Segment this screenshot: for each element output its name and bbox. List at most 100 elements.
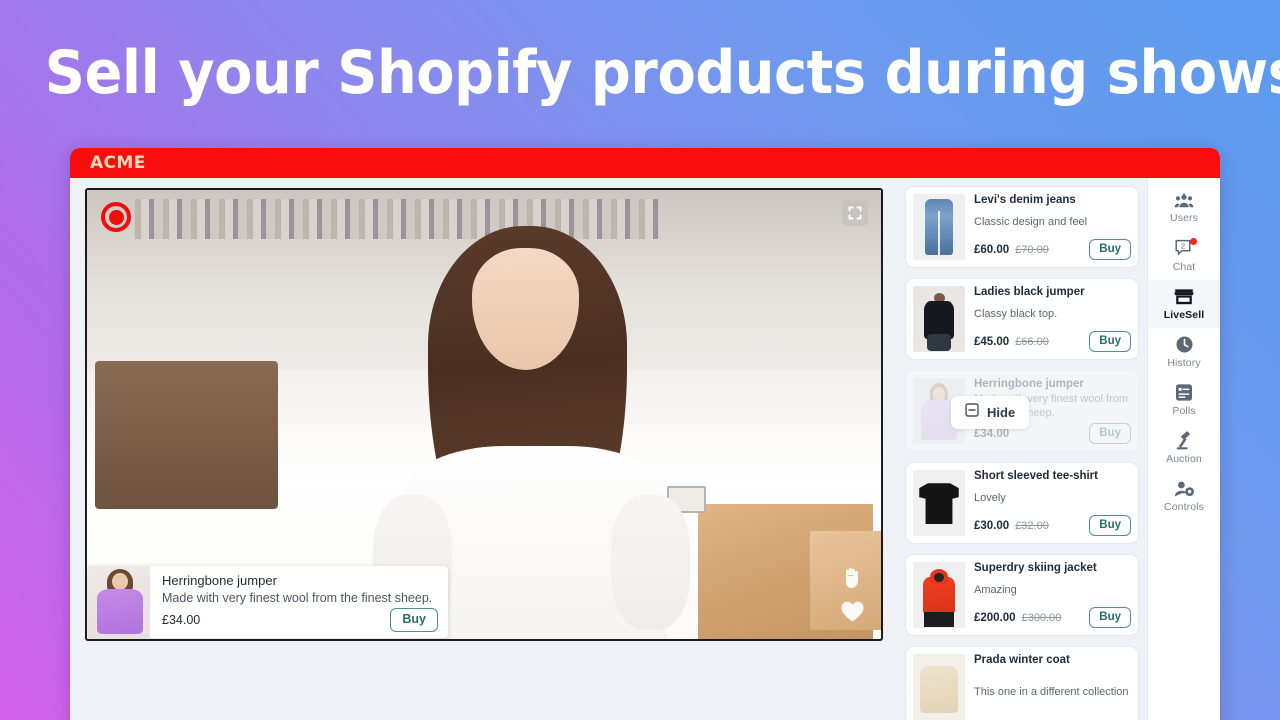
sidebar-item-controls[interactable]: Controls <box>1148 472 1220 520</box>
overlay-product-title: Herringbone jumper <box>162 573 277 588</box>
product-card[interactable]: Ladies black jumper Classy black top. £4… <box>905 278 1139 360</box>
promo-screenshot: Sell your Shopify products during shows … <box>0 0 1280 720</box>
product-art-tee <box>919 483 959 525</box>
product-art-pants <box>924 612 954 627</box>
product-title: Superdry skiing jacket <box>974 562 1097 574</box>
overlay-product-description: Made with very finest wool from the fine… <box>162 591 433 606</box>
hide-button[interactable]: Hide <box>951 396 1030 429</box>
product-description: Lovely <box>974 491 1006 504</box>
fullscreen-icon[interactable] <box>842 200 868 226</box>
product-description: This one in a different collection <box>974 686 1129 699</box>
sidebar-item-users[interactable]: Users <box>1148 184 1220 232</box>
video-column: Herringbone jumper Made with very finest… <box>70 178 897 720</box>
product-buy-button[interactable]: Buy <box>1089 239 1131 260</box>
heart-icon[interactable] <box>840 600 865 623</box>
sidebar-item-livesell[interactable]: LiveSell <box>1148 280 1220 328</box>
video-scene-headboard <box>94 360 278 509</box>
product-old-price: £300.00 <box>1021 611 1062 624</box>
video-overlay-product-card[interactable]: Herringbone jumper Made with very finest… <box>88 566 448 638</box>
product-price: £200.00 <box>974 611 1016 624</box>
product-price: £60.00 <box>974 243 1010 256</box>
polls-icon <box>1175 383 1193 402</box>
hidden-product-wrapper: Herringbone jumper Made with very finest… <box>905 370 1139 452</box>
overlay-buy-button[interactable]: Buy <box>390 608 438 632</box>
product-price-row: £45.00 £66.00 Buy <box>974 331 1131 352</box>
app-window: ACME Herringbone jumper Made with very f… <box>70 148 1220 720</box>
clock-icon <box>1175 335 1194 354</box>
video-presenter-arm-right <box>611 495 691 630</box>
video-action-buttons <box>840 564 865 623</box>
product-card[interactable]: Prada winter coat This one in a differen… <box>905 646 1139 720</box>
controls-icon <box>1174 480 1195 498</box>
app-body: Herringbone jumper Made with very finest… <box>70 178 1220 720</box>
chat-unread-badge <box>1190 238 1197 245</box>
product-title: Short sleeved tee-shirt <box>974 470 1098 482</box>
product-price: £30.00 <box>974 519 1010 532</box>
product-price-row: £60.00 £70.00 Buy <box>974 239 1131 260</box>
product-thumbnail <box>913 286 965 352</box>
users-icon <box>1174 192 1194 209</box>
record-circle-inner <box>108 209 124 225</box>
product-buy-button[interactable]: Buy <box>1089 515 1131 536</box>
hide-button-label: Hide <box>987 405 1016 420</box>
product-description: Classy black top. <box>974 307 1058 320</box>
sidebar-item-auction[interactable]: Auction <box>1148 424 1220 472</box>
product-info: Superdry skiing jacket Amazing £200.00 £… <box>965 562 1131 628</box>
gavel-icon <box>1174 431 1194 450</box>
right-sidebar-nav: Users 2 Chat LiveSell History Polls Auct… <box>1147 178 1220 720</box>
product-thumbnail <box>913 194 965 260</box>
sidebar-item-history[interactable]: History <box>1148 328 1220 376</box>
sidebar-item-label: LiveSell <box>1163 308 1205 321</box>
product-price: £45.00 <box>974 335 1010 348</box>
product-price-row: £200.00 £300.00 Buy <box>974 607 1131 628</box>
product-card[interactable]: Levi's denim jeans Classic design and fe… <box>905 186 1139 268</box>
product-art-legs <box>926 333 952 351</box>
overlay-product-price: £34.00 <box>162 613 201 628</box>
sidebar-item-label: Chat <box>1172 261 1196 273</box>
record-circle-icon[interactable] <box>101 202 131 232</box>
svg-text:2: 2 <box>1181 242 1185 251</box>
product-card[interactable]: Short sleeved tee-shirt Lovely £30.00 £3… <box>905 462 1139 544</box>
product-art-coat <box>920 665 958 714</box>
product-title: Prada winter coat <box>974 654 1070 666</box>
product-title: Levi's denim jeans <box>974 194 1076 206</box>
product-art-jeans <box>925 199 953 256</box>
sidebar-item-label: Auction <box>1166 453 1202 465</box>
product-price-row: £30.00 £32.00 Buy <box>974 515 1131 536</box>
product-thumbnail <box>913 654 965 720</box>
minus-box-icon <box>965 403 979 422</box>
overlay-thumb-head <box>111 573 128 591</box>
store-icon <box>1173 288 1195 306</box>
overlay-product-thumbnail <box>88 566 150 638</box>
product-list-panel[interactable]: Levi's denim jeans Classic design and fe… <box>897 178 1147 720</box>
product-title: Herringbone jumper <box>974 378 1084 390</box>
product-title: Ladies black jumper <box>974 286 1085 298</box>
sidebar-item-label: Users <box>1170 211 1198 224</box>
product-thumbnail <box>913 470 965 536</box>
raised-hand-icon[interactable] <box>841 564 865 590</box>
product-info: Prada winter coat This one in a differen… <box>965 654 1131 720</box>
sidebar-item-label: Polls <box>1172 405 1196 417</box>
product-info: Ladies black jumper Classy black top. £4… <box>965 286 1131 352</box>
product-description: Classic design and feel <box>974 215 1088 228</box>
live-video-player[interactable]: Herringbone jumper Made with very finest… <box>85 188 883 641</box>
page-title: Sell your Shopify products during shows <box>44 38 1280 108</box>
product-card[interactable]: Superdry skiing jacket Amazing £200.00 £… <box>905 554 1139 636</box>
overlay-product-info: Herringbone jumper Made with very finest… <box>150 566 448 638</box>
product-buy-button[interactable]: Buy <box>1089 607 1131 628</box>
video-scene-rail <box>134 198 659 240</box>
product-old-price: £70.00 <box>1015 243 1049 256</box>
product-old-price: £32.00 <box>1015 519 1049 532</box>
product-buy-button[interactable]: Buy <box>1089 423 1131 444</box>
product-old-price: £66.00 <box>1015 335 1049 348</box>
product-thumbnail <box>913 562 965 628</box>
product-info: Levi's denim jeans Classic design and fe… <box>965 194 1131 260</box>
brand-bar: ACME <box>70 148 1220 178</box>
product-description: Amazing <box>974 583 1017 596</box>
sidebar-item-chat[interactable]: 2 Chat <box>1148 232 1220 280</box>
sidebar-item-label: Controls <box>1164 500 1204 513</box>
sidebar-item-polls[interactable]: Polls <box>1148 376 1220 424</box>
product-buy-button[interactable]: Buy <box>1089 331 1131 352</box>
product-info: Short sleeved tee-shirt Lovely £30.00 £3… <box>965 470 1131 536</box>
product-price: £34.00 <box>974 427 1010 440</box>
